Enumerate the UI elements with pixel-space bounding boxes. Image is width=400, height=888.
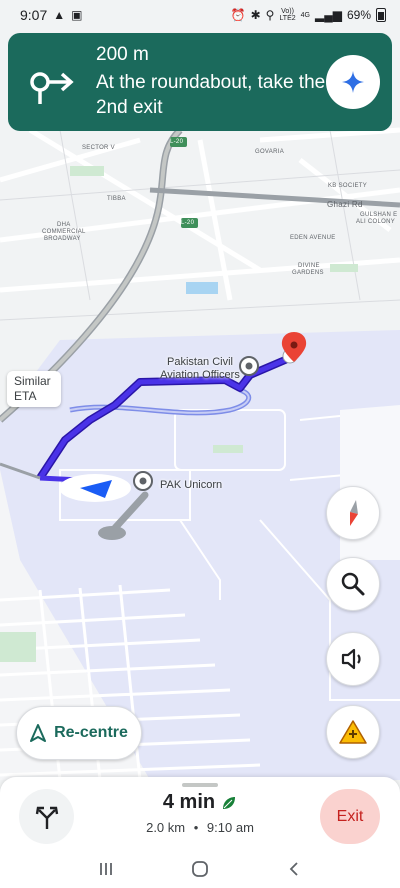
volte-indicator: Vo)) LTE2 — [279, 8, 295, 22]
gallery-icon: ▣ — [71, 8, 83, 22]
signal-type: 4G — [300, 11, 310, 19]
separator-dot: • — [193, 820, 199, 835]
report-incident-button[interactable] — [326, 705, 380, 759]
report-incident-icon — [339, 720, 367, 744]
recentre-button[interactable]: Re-centre — [16, 706, 142, 760]
highway-shield-l20: L-20 — [170, 139, 184, 145]
trip-distance: 2.0 km — [146, 820, 186, 835]
recentre-arrow-icon — [30, 724, 47, 742]
map-label-eden-avenue: EDEN AVENUE — [290, 235, 336, 241]
map-label-sector-v: SECTOR V — [82, 145, 115, 151]
lte-label: LTE2 — [279, 15, 296, 22]
map-label-gulshan: GULSHAN E — [360, 212, 398, 218]
android-navigation-bar — [0, 850, 400, 888]
location-icon: ⚲ — [265, 8, 275, 22]
map-label-broadway: BROADWAY — [44, 236, 81, 242]
gemini-sparkle-icon — [342, 71, 364, 93]
recents-icon[interactable] — [98, 861, 114, 877]
fork-routes-icon — [35, 806, 58, 829]
map-label-gardens: GARDENS — [292, 270, 324, 276]
status-bar: 9:07 ▲ ▣ ⏰ ✱ ⚲ Vo)) LTE2 4G ▂▄▆ 69% — [0, 0, 400, 30]
similar-eta-callout[interactable]: Similar ETA — [7, 371, 61, 407]
exit-navigation-button[interactable]: Exit — [320, 789, 380, 844]
clock: 9:07 — [20, 7, 48, 23]
map-label-divine: DIVINE — [298, 263, 320, 269]
maneuver-distance: 200 m — [96, 44, 149, 65]
volte-label: Vo)) — [281, 8, 294, 15]
battery-icon — [376, 8, 386, 22]
map-label-ghazi-rd: Ghazi Rd — [327, 200, 363, 209]
compass-button[interactable] — [326, 486, 380, 540]
recentre-label: Re-centre — [54, 724, 128, 741]
map-label-kb-society: KB SOCIETY — [328, 183, 368, 189]
signal-strength-icon: ▂▄▆ — [315, 8, 342, 22]
bluetooth-icon: ✱ — [250, 8, 261, 22]
alternate-routes-button[interactable] — [19, 789, 74, 844]
home-icon[interactable] — [191, 860, 209, 878]
arrival-time: 9:10 am — [206, 820, 254, 835]
eta-summary[interactable]: 4 min 2.0 km • 9:10 am — [100, 791, 300, 835]
eco-leaf-icon — [223, 796, 236, 809]
map-label-govaria: GOVARIA — [255, 149, 284, 155]
map-label-ali-colony: ALI COLONY — [356, 219, 396, 225]
poi-label-pak-unicorn[interactable]: PAK Unicorn — [160, 479, 222, 492]
navigation-arrow-icon: ▲ — [53, 8, 66, 22]
battery-percent: 69% — [346, 8, 371, 22]
map-label-dha: DHA — [57, 222, 71, 228]
map-label-commercial: COMMERCIAL — [42, 229, 86, 235]
back-icon[interactable] — [286, 861, 302, 877]
compass-icon — [350, 500, 358, 526]
highway-shield-l20: L-20 — [181, 220, 195, 226]
search-icon — [341, 572, 365, 596]
poi-label-civil-aviation[interactable]: Pakistan Civil Aviation Officers — [150, 356, 250, 382]
sound-button[interactable] — [326, 632, 380, 686]
maneuver-instruction: At the roundabout, take the 2nd exit — [96, 72, 326, 118]
map-label-tibba: TIBBA — [107, 196, 126, 202]
sheet-drag-handle[interactable] — [182, 783, 218, 787]
volume-icon — [341, 648, 361, 670]
alarm-icon: ⏰ — [230, 8, 246, 22]
trip-summary-sheet[interactable]: 4 min 2.0 km • 9:10 am Exit — [0, 777, 400, 850]
trip-duration: 4 min — [162, 791, 216, 813]
gemini-assistant-button[interactable] — [326, 55, 380, 109]
roundabout-exit-icon — [30, 72, 74, 104]
navigation-banner[interactable]: 200 m At the roundabout, take the 2nd ex… — [8, 33, 392, 131]
search-button[interactable] — [326, 557, 380, 611]
